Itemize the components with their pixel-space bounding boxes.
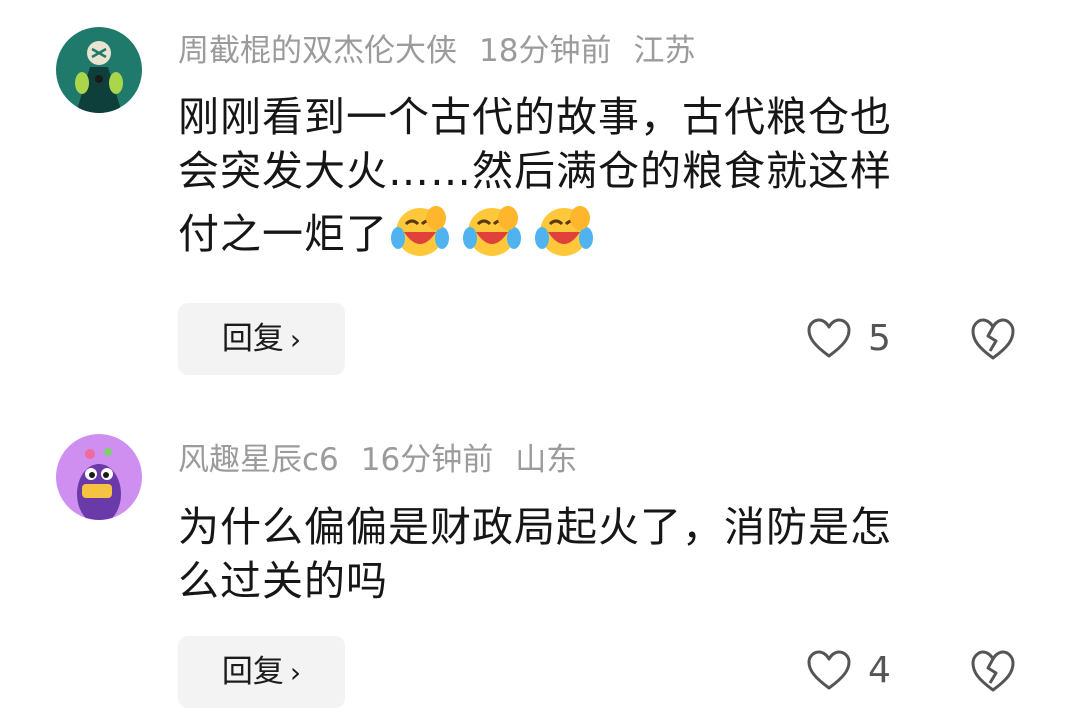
laughing-crying-emoji-icon xyxy=(463,206,521,256)
like-button[interactable]: 5 xyxy=(806,313,891,363)
comment-text: 刚刚看到一个古代的故事，古代粮仓也 会突发大火……然后满仓的粮食就这样 付之一炬… xyxy=(178,90,1008,258)
laughing-crying-emoji-icon xyxy=(535,206,593,256)
avatar-purple-monster-icon xyxy=(56,434,142,520)
comment-line: 么过关的吗 xyxy=(178,557,388,605)
timestamp: 18分钟前 xyxy=(479,33,612,69)
comment-meta: 风趣星辰c6 16分钟前 山东 xyxy=(178,440,599,480)
like-button[interactable]: 4 xyxy=(806,645,891,695)
comment-line-text: 付之一炬了 xyxy=(178,210,388,258)
location: 山东 xyxy=(515,442,578,478)
broken-heart-icon[interactable] xyxy=(970,649,1016,693)
user-avatar[interactable] xyxy=(56,434,142,520)
like-count: 5 xyxy=(868,317,891,359)
comment-list: 周截棍的双杰伦大侠 18分钟前 江苏 刚刚看到一个古代的故事，古代粮仓也 会突发大火… xyxy=(0,0,1080,709)
avatar-green-character-icon xyxy=(56,27,142,113)
like-count: 4 xyxy=(868,649,891,691)
comment-meta: 周截棍的双杰伦大侠 18分钟前 江苏 xyxy=(178,31,717,71)
broken-heart-icon[interactable] xyxy=(970,317,1016,361)
heart-outline-icon xyxy=(807,650,851,690)
comment-item: 风趣星辰c6 16分钟前 山东 为什么偏偏是财政局起火了，消防是怎 么过关的吗 回复… xyxy=(0,420,1080,709)
reply-button[interactable]: 回复 › xyxy=(178,636,345,708)
laughing-crying-emoji-icon xyxy=(391,206,449,256)
reply-label: 回复 xyxy=(221,321,284,357)
username[interactable]: 风趣星辰c6 xyxy=(178,442,339,478)
chevron-right-icon: › xyxy=(289,323,302,356)
comment-line: 会突发大火……然后满仓的粮食就这样 xyxy=(178,147,892,195)
comment-line: 为什么偏偏是财政局起火了，消防是怎 xyxy=(178,503,892,551)
timestamp: 16分钟前 xyxy=(360,442,494,478)
comment-text: 为什么偏偏是财政局起火了，消防是怎 么过关的吗 xyxy=(178,500,1008,608)
comment-item: 周截棍的双杰伦大侠 18分钟前 江苏 刚刚看到一个古代的故事，古代粮仓也 会突发大火… xyxy=(0,0,1080,400)
user-avatar[interactable] xyxy=(56,27,142,113)
heart-outline-icon xyxy=(807,318,851,358)
username[interactable]: 周截棍的双杰伦大侠 xyxy=(178,33,457,69)
location: 江苏 xyxy=(633,33,696,69)
reply-button[interactable]: 回复 › xyxy=(178,303,345,375)
comment-line: 付之一炬了 xyxy=(178,198,1008,258)
comment-line: 刚刚看到一个古代的故事，古代粮仓也 xyxy=(178,93,892,141)
chevron-right-icon: › xyxy=(289,656,302,689)
reply-label: 回复 xyxy=(221,654,284,690)
